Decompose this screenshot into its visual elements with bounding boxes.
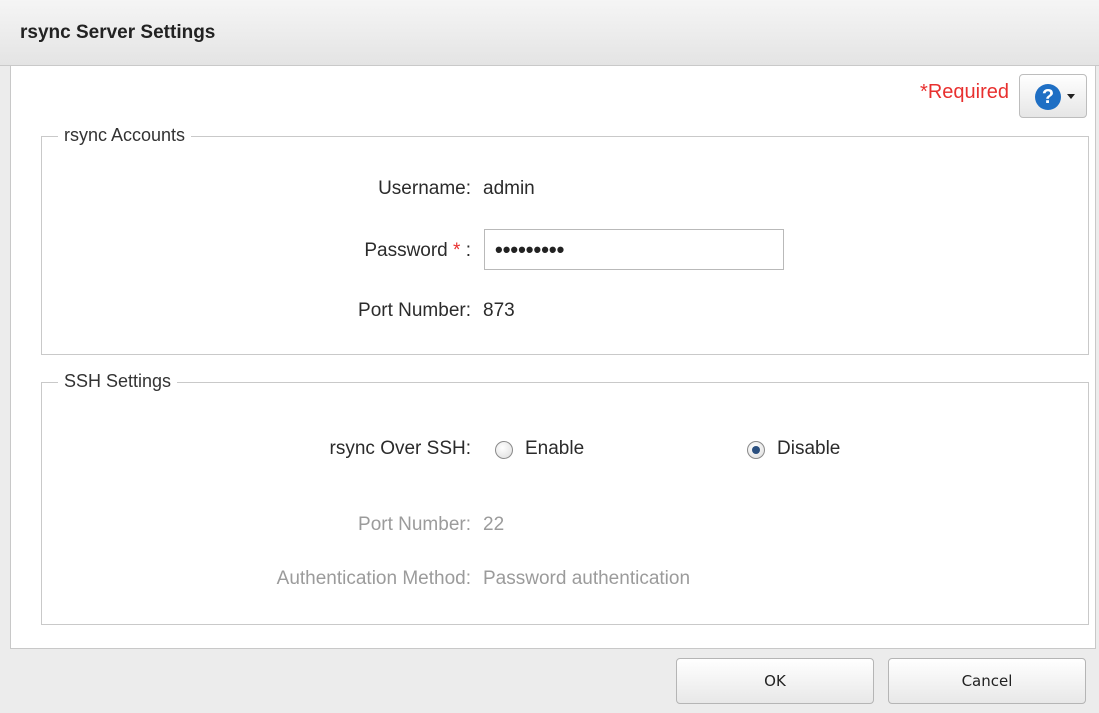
password-field[interactable]: ••••••••• (484, 229, 784, 270)
rsync-port-label: Port Number: (358, 300, 471, 321)
rsync-accounts-legend: rsync Accounts (58, 125, 192, 146)
cancel-button[interactable]: Cancel (888, 658, 1086, 704)
ssh-enable-option[interactable]: Enable (495, 438, 635, 464)
password-label-group: Password * : (364, 240, 471, 262)
ssh-port-label: Port Number: (358, 514, 471, 535)
ssh-port-value: 22 (483, 514, 505, 535)
dialog-titlebar: rsync Server Settings (0, 0, 1099, 66)
auth-method-label: Authentication Method: (276, 568, 471, 589)
ssh-disable-label[interactable]: Disable (777, 438, 840, 460)
username-value: admin (483, 178, 535, 199)
ssh-enable-radio[interactable] (495, 441, 513, 459)
ssh-disable-radio[interactable] (747, 441, 765, 459)
rsync-accounts-group: rsync Accounts Username: admin Password … (41, 125, 1089, 355)
auth-method-value: Password authentication (483, 568, 691, 589)
password-colon: : (465, 240, 471, 261)
required-star: * (453, 240, 461, 261)
help-button[interactable]: ? (1019, 74, 1087, 118)
dialog-title: rsync Server Settings (20, 22, 216, 43)
required-note: *Required (920, 81, 1009, 103)
ok-button[interactable]: OK (676, 658, 874, 704)
dialog-content: *Required ? rsync Accounts Username: adm… (10, 66, 1096, 649)
username-label: Username: (378, 178, 471, 199)
ssh-settings-legend: SSH Settings (58, 371, 178, 392)
password-label: Password (364, 240, 448, 261)
rsync-over-ssh-label: rsync Over SSH: (329, 438, 471, 459)
ssh-settings-group: SSH Settings rsync Over SSH: Enable Disa… (41, 371, 1089, 625)
rsync-port-value: 873 (483, 300, 515, 321)
chevron-down-icon (1067, 94, 1075, 99)
ssh-disable-option[interactable]: Disable (747, 438, 887, 464)
rsync-settings-dialog: rsync Server Settings *Required ? rsync … (0, 0, 1099, 713)
ssh-enable-label[interactable]: Enable (525, 438, 584, 460)
question-circle-icon: ? (1035, 84, 1061, 110)
